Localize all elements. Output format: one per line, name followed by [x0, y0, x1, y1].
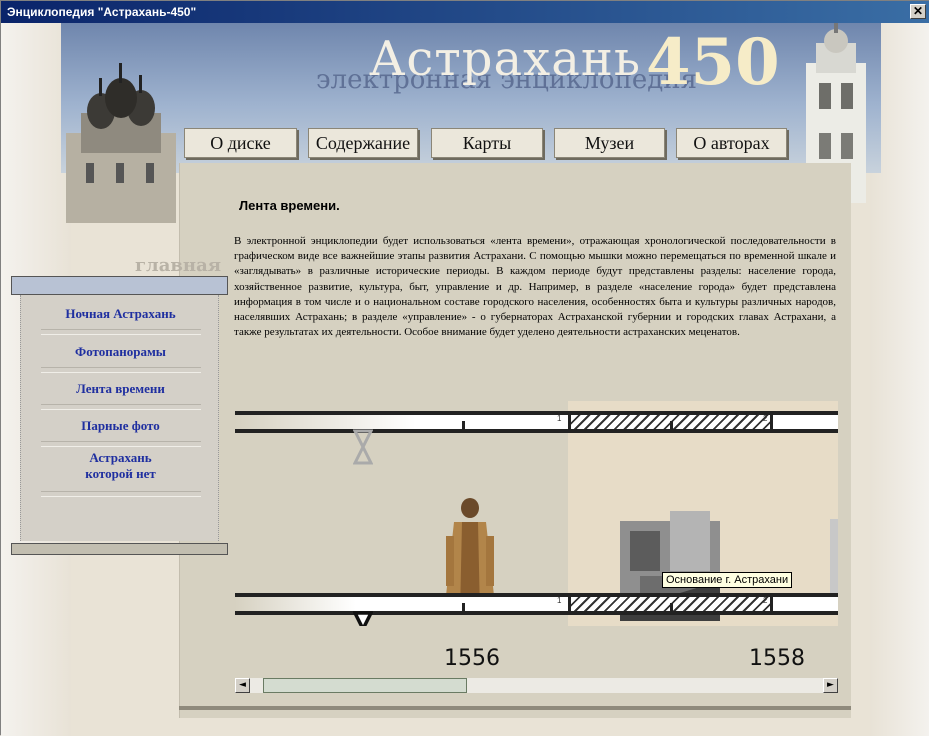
timeline-tick: [670, 603, 673, 611]
sidebar-item-photo-panoramas[interactable]: Фотопанорамы: [21, 344, 220, 360]
content-bottom-rule: [179, 706, 851, 710]
timeline-tooltip: Основание г. Астрахани: [662, 572, 793, 588]
scroll-thumb[interactable]: [263, 678, 467, 693]
sidebar-item-label-line2: которой нет: [85, 466, 156, 481]
sidebar-item-lost-astrakhan[interactable]: Астрахань которой нет: [21, 450, 220, 482]
timeline-mark-2: 2: [763, 414, 768, 423]
tab-museums[interactable]: Музеи: [554, 128, 665, 158]
tab-authors[interactable]: О авторах: [676, 128, 787, 158]
sidebar-header-bar: [11, 276, 228, 295]
app-window: Энциклопедия "Астрахань-450" ✕ электронн…: [0, 0, 929, 736]
tab-maps[interactable]: Карты: [431, 128, 543, 158]
logo-title: Астрахань: [369, 31, 641, 87]
menu-divider: [41, 491, 201, 497]
sidebar-section-label: главная: [135, 255, 222, 276]
hourglass-slider-icon[interactable]: [353, 611, 373, 626]
timeline-mark-2: 2: [763, 596, 768, 605]
next-image-edge: [830, 519, 838, 599]
menu-divider: [41, 441, 201, 447]
scroll-left-button[interactable]: ◄: [235, 678, 250, 693]
menu-divider: [41, 329, 201, 335]
sidebar-item-timeline[interactable]: Лента времени: [21, 381, 220, 397]
menu-divider: [41, 404, 201, 410]
timeline-mark-1: 1: [557, 414, 562, 423]
sidebar-item-label-line1: Астрахань: [89, 450, 152, 465]
timeline-scrollbar[interactable]: ◄ ►: [235, 678, 838, 693]
timeline-strip[interactable]: 1 2 1 2: [235, 401, 838, 626]
scroll-right-button[interactable]: ►: [823, 678, 838, 693]
close-button[interactable]: ✕: [910, 4, 926, 19]
timeline-tick: [670, 421, 673, 429]
tab-contents[interactable]: Содержание: [308, 128, 418, 158]
main-stage: электронная энциклопедия Астрахань 450 О…: [1, 23, 929, 736]
hourglass-icon-faded: [353, 429, 373, 465]
sidebar-item-paired-photos[interactable]: Парные фото: [21, 418, 220, 434]
timeline-bottom-scale: 1 2: [235, 593, 838, 615]
tab-about-disk[interactable]: О диске: [184, 128, 297, 158]
timeline-top-scale: 1 2: [235, 411, 838, 433]
menu-divider: [41, 367, 201, 373]
page-title: Лента времени.: [239, 198, 340, 213]
window-title: Энциклопедия "Астрахань-450": [7, 5, 197, 19]
article-text: В электронной энциклопедии будет использ…: [234, 235, 836, 339]
timeline-mark-1: 1: [557, 596, 562, 605]
timeline-tick: [462, 421, 465, 429]
logo-number: 450: [646, 25, 780, 100]
sidebar-item-night-astrakhan[interactable]: Ночная Астрахань: [21, 306, 220, 322]
timeline-tick: [462, 603, 465, 611]
top-navigation: О диске Содержание Карты Музеи О авторах: [184, 128, 794, 158]
timeline-year-1558: 1558: [749, 646, 805, 671]
title-bar: Энциклопедия "Астрахань-450" ✕: [1, 1, 929, 23]
timeline-year-1556: 1556: [444, 646, 500, 671]
church-image: [66, 63, 176, 223]
sidebar-menu: Ночная Астрахань Фотопанорамы Лента врем…: [20, 295, 219, 541]
sidebar-footer-bar: [11, 543, 228, 555]
